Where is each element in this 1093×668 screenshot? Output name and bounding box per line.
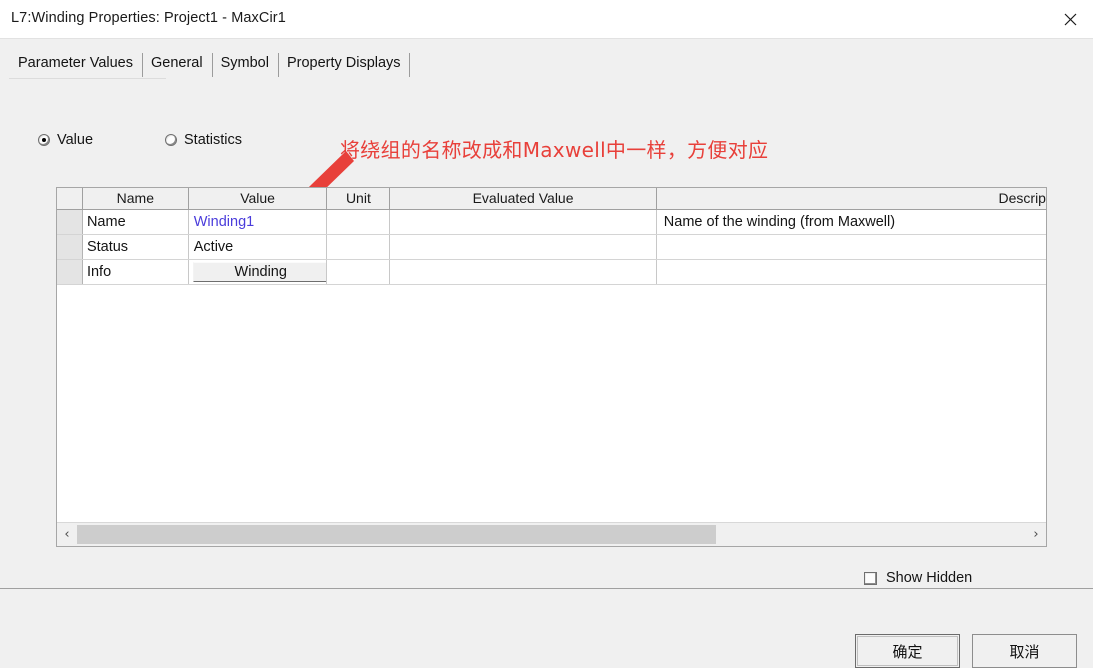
grid-horizontal-scrollbar[interactable]: ‹ › [57,522,1046,546]
footer-button-bar: 确定 取消 [855,634,1077,668]
checkbox-unchecked-icon [864,571,877,585]
cell-value[interactable]: Winding1 [188,210,328,234]
radio-statistics-label: Statistics [184,132,243,148]
cell-name[interactable]: Info [82,260,189,284]
winding-name-value[interactable]: Winding1 [194,214,254,230]
table-row[interactable]: Info Winding [57,260,1046,285]
cell-unit[interactable] [327,210,391,234]
cell-description [656,260,1046,284]
cell-evaluated-value[interactable] [390,235,657,259]
grid-header-gutter[interactable] [57,188,83,209]
cell-value[interactable]: Active [188,235,328,259]
row-selector-cell[interactable] [57,235,83,259]
dialog-client-area: Parameter Values General Symbol Property… [0,39,1093,668]
close-icon [1064,13,1077,26]
cell-evaluated-value[interactable] [390,260,657,284]
cancel-button[interactable]: 取消 [972,634,1077,668]
cell-description [656,235,1046,259]
row-selector-cell[interactable] [57,260,83,284]
grid-header-row: Name Value Unit Evaluated Value Descrip [57,188,1046,210]
radio-unselected-icon [165,134,177,146]
radio-value-label: Value [57,132,94,148]
show-hidden-label: Show Hidden [886,570,973,586]
row-selector-cell[interactable] [57,210,83,234]
tab-strip: Parameter Values General Symbol Property… [9,50,410,78]
window-title: L7:Winding Properties: Project1 - MaxCir… [11,10,286,26]
tab-property-displays[interactable]: Property Displays [277,52,410,78]
scroll-left-icon[interactable]: ‹ [57,524,77,546]
grid-header-name[interactable]: Name [82,188,189,209]
tab-symbol[interactable]: Symbol [211,52,278,78]
cell-name[interactable]: Name [82,210,189,234]
cell-value[interactable]: Winding [188,260,328,284]
winding-info-button[interactable]: Winding [192,262,327,282]
grid-header-evaluated-value[interactable]: Evaluated Value [390,188,657,209]
close-button[interactable] [1047,0,1093,38]
footer-separator [0,588,1093,589]
grid-header-description[interactable]: Descrip [656,188,1046,209]
radio-value[interactable]: Value [38,132,93,148]
annotation-note: 将绕组的名称改成和Maxwell中一样，方便对应 [340,138,769,162]
cell-name[interactable]: Status [82,235,189,259]
title-bar: L7:Winding Properties: Project1 - MaxCir… [0,0,1093,39]
scrollbar-track[interactable] [77,523,1026,546]
tab-general[interactable]: General [141,52,212,78]
grid-header-unit[interactable]: Unit [327,188,391,209]
cell-unit[interactable] [327,235,391,259]
table-row[interactable]: Name Winding1 Name of the winding (from … [57,210,1046,235]
grid-body: Name Winding1 Name of the winding (from … [57,210,1046,285]
ok-button[interactable]: 确定 [855,634,960,668]
scroll-right-icon[interactable]: › [1026,524,1046,546]
radio-statistics[interactable]: Statistics [165,132,242,148]
table-row[interactable]: Status Active [57,235,1046,260]
cell-evaluated-value[interactable] [390,210,657,234]
active-tab-underline [9,78,166,79]
grid-header-value[interactable]: Value [188,188,328,209]
winding-properties-dialog: L7:Winding Properties: Project1 - MaxCir… [0,0,1093,668]
cell-unit[interactable] [327,260,391,284]
tab-parameter-values[interactable]: Parameter Values [9,52,142,78]
parameter-grid: Name Value Unit Evaluated Value Descrip … [56,187,1047,547]
show-hidden-checkbox[interactable]: Show Hidden [864,570,972,586]
scrollbar-thumb[interactable] [77,524,716,544]
cell-description: Name of the winding (from Maxwell) [656,210,1046,234]
radio-selected-icon [38,134,50,146]
